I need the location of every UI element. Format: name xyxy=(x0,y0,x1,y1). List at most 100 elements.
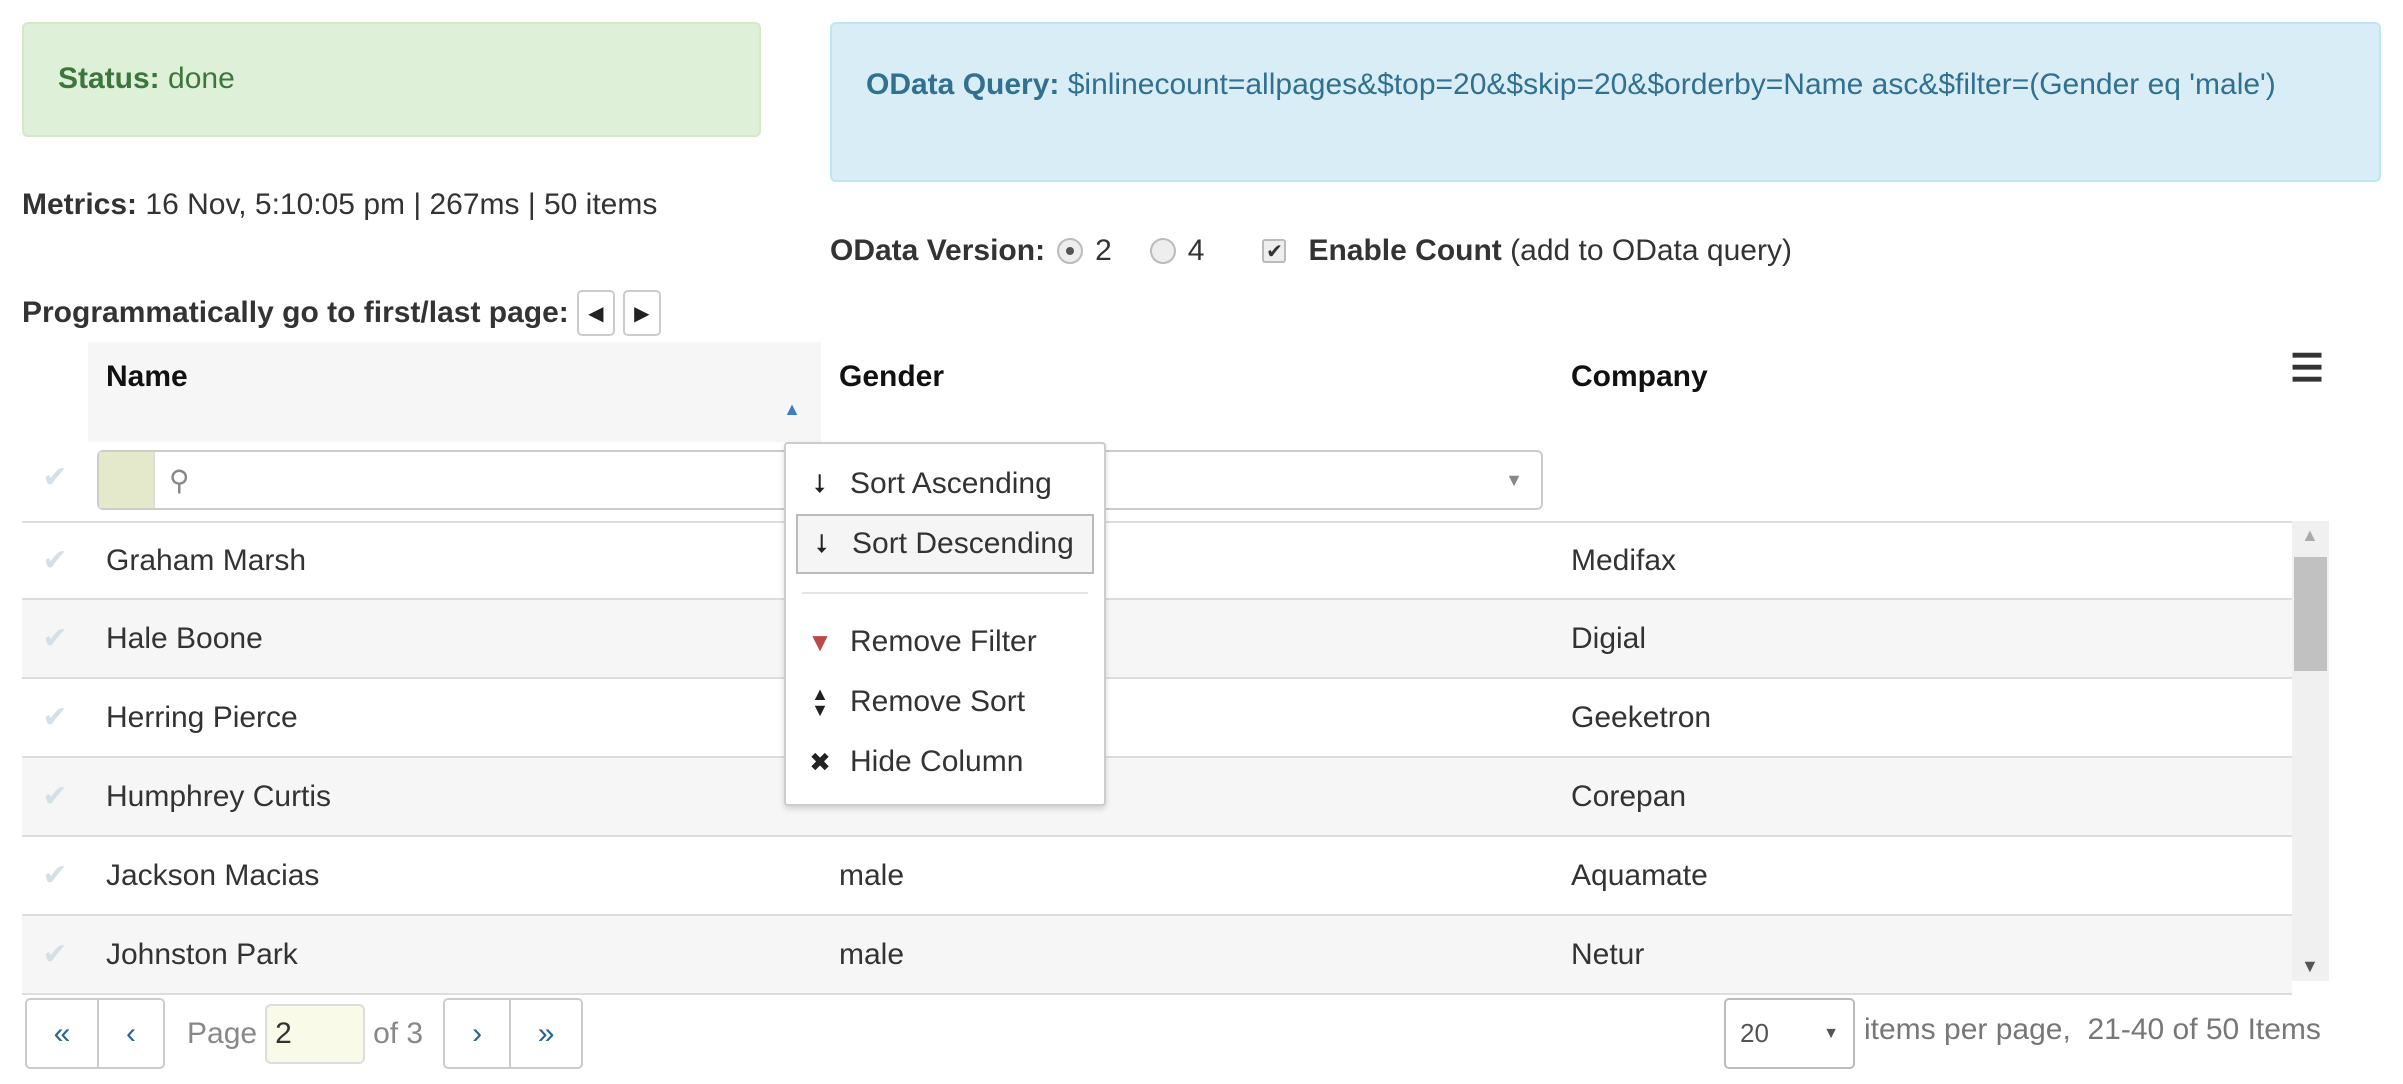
menu-label: Sort Ascending xyxy=(850,467,1052,500)
status-value: done xyxy=(168,62,235,95)
caret-right-icon: ▶ xyxy=(634,302,650,325)
prev-page-button[interactable]: ‹ xyxy=(99,998,165,1069)
row-select-check-icon[interactable]: ✔ xyxy=(22,937,88,972)
page-size-value: 20 xyxy=(1740,1018,1769,1048)
chevron-right-icon: › xyxy=(472,1016,483,1050)
caret-left-icon: ◀ xyxy=(588,302,604,325)
query-label: OData Query: xyxy=(866,68,1060,101)
menu-divider xyxy=(802,592,1088,594)
gender-filter-dropdown-icon[interactable]: ▼ xyxy=(1505,470,1523,491)
next-page-button[interactable]: › xyxy=(443,998,512,1069)
menu-remove-filter[interactable]: ▼ Remove Filter xyxy=(796,612,1094,672)
version-2-label: 2 xyxy=(1095,234,1112,267)
metrics: Metrics: 16 Nov, 5:10:05 pm | 267ms | 50… xyxy=(22,188,657,222)
row-select-check-icon[interactable]: ✔ xyxy=(22,858,88,893)
column-header-gender[interactable]: Gender xyxy=(839,342,944,442)
menu-label: Sort Descending xyxy=(852,527,1074,560)
row-select-check-icon[interactable]: ✔ xyxy=(22,621,88,656)
version-4-label: 4 xyxy=(1187,234,1205,267)
table-row[interactable]: ✔ Johnston Park male Netur xyxy=(22,916,2292,995)
sort-ascending-icon: ▲ xyxy=(783,399,801,419)
metrics-label: Metrics: xyxy=(22,188,138,221)
table-row[interactable]: ✔ Hale Boone Digial xyxy=(22,600,2292,679)
chevron-down-icon: ▼ xyxy=(1823,1024,1839,1042)
cell-name: Johnston Park xyxy=(106,937,298,971)
programmatic-label: Programmatically go to first/last page: xyxy=(22,296,569,329)
cell-company: Medifax xyxy=(1571,543,1677,577)
cell-name: Hale Boone xyxy=(106,621,263,655)
enable-count-label: Enable Count xyxy=(1308,234,1502,267)
page-total: of 3 xyxy=(373,1016,424,1050)
select-all-check-icon[interactable]: ✔ xyxy=(22,460,88,495)
cell-company: Geeketron xyxy=(1571,700,1712,734)
sort-descending-icon: ⭣ xyxy=(815,528,829,558)
column-header-company[interactable]: Company xyxy=(1571,342,1708,442)
enable-count-note: (add to OData query) xyxy=(1510,234,1792,267)
table-row[interactable]: ✔ Graham Marsh Medifax xyxy=(22,521,2292,600)
menu-sort-descending[interactable]: ⭣ Sort Descending xyxy=(796,514,1094,574)
version-4-radio[interactable] xyxy=(1149,238,1176,264)
first-page-pager-button[interactable]: « xyxy=(25,998,99,1069)
scroll-down-icon[interactable]: ▼ xyxy=(2301,956,2319,977)
status-label: Status: xyxy=(58,62,160,95)
cell-name: Humphrey Curtis xyxy=(106,779,332,813)
page-size-select[interactable]: 20 ▼ xyxy=(1724,998,1855,1069)
cell-company: Corepan xyxy=(1571,779,1687,813)
page-input[interactable]: 2 xyxy=(265,1003,366,1064)
cell-gender: male xyxy=(839,858,905,892)
filter-icon: ▼ xyxy=(807,626,833,657)
table-row[interactable]: ✔ Humphrey Curtis Corepan xyxy=(22,758,2292,837)
first-page-button[interactable]: ◀ xyxy=(576,290,615,336)
table-row[interactable]: ✔ Jackson Macias male Aquamate xyxy=(22,837,2292,916)
company-header-label: Company xyxy=(1571,360,1708,393)
menu-label: Remove Sort xyxy=(850,685,1026,718)
row-select-check-icon[interactable]: ✔ xyxy=(22,779,88,814)
gender-header-label: Gender xyxy=(839,360,945,393)
close-icon: ✖ xyxy=(809,746,831,777)
odata-version: OData Version: 2 4 ✔ Enable Count (add t… xyxy=(830,234,1792,268)
grid-menu-icon[interactable]: ☰ xyxy=(2290,346,2324,391)
cell-name: Herring Pierce xyxy=(106,700,298,734)
menu-sort-ascending[interactable]: ⭣ Sort Ascending xyxy=(796,454,1094,514)
filter-addon xyxy=(99,452,155,508)
sort-ascending-icon: ⭣ xyxy=(813,468,827,498)
version-label: OData Version: xyxy=(830,234,1046,267)
name-header-label: Name xyxy=(106,360,188,393)
version-2-radio[interactable] xyxy=(1057,238,1084,264)
cell-name: Graham Marsh xyxy=(106,543,307,577)
menu-label: Remove Filter xyxy=(850,625,1037,658)
grid-scrollbar[interactable]: ▲ ▼ xyxy=(2292,521,2329,981)
cell-company: Netur xyxy=(1571,937,1645,971)
metrics-value: 16 Nov, 5:10:05 pm | 267ms | 50 items xyxy=(145,188,658,221)
row-select-check-icon[interactable]: ✔ xyxy=(22,543,88,578)
sort-icon: ▲ ▼ xyxy=(811,684,829,720)
scroll-up-icon[interactable]: ▲ xyxy=(2301,525,2319,546)
scrollbar-thumb[interactable] xyxy=(2294,557,2327,671)
double-chevron-left-icon: « xyxy=(53,1016,71,1050)
menu-remove-sort[interactable]: ▲ ▼ Remove Sort xyxy=(796,672,1094,732)
enable-count-checkbox[interactable]: ✔ xyxy=(1262,239,1287,263)
page-info: items per page, 21-40 of 50 Items xyxy=(1864,1013,2321,1047)
cell-company: Digial xyxy=(1571,621,1647,655)
cell-company: Aquamate xyxy=(1571,858,1708,892)
cell-gender: male xyxy=(839,937,905,971)
menu-hide-column[interactable]: ✖ Hide Column xyxy=(796,732,1094,792)
query-value: $inlinecount=allpages&$top=20&$skip=20&$… xyxy=(1067,68,2276,101)
status-alert: Status: done xyxy=(22,22,761,137)
last-page-button[interactable]: ▶ xyxy=(622,290,661,336)
menu-label: Hide Column xyxy=(850,745,1024,778)
last-page-pager-button[interactable]: » xyxy=(511,998,584,1069)
item-range: 21-40 of 50 Items xyxy=(2087,1013,2321,1046)
cell-name: Jackson Macias xyxy=(106,858,320,892)
per-page-label: items per page, xyxy=(1864,1013,2071,1046)
double-chevron-right-icon: » xyxy=(537,1016,555,1050)
programmatic-paging: Programmatically go to first/last page: … xyxy=(22,290,661,336)
table-row[interactable]: ✔ Herring Pierce Geeketron xyxy=(22,679,2292,758)
search-icon: ⚲ xyxy=(169,464,190,496)
page-label: Page xyxy=(187,1016,258,1050)
column-menu: ⭣ Sort Ascending ⭣ Sort Descending ▼ Remove… xyxy=(784,442,1106,806)
chevron-left-icon: ‹ xyxy=(126,1016,136,1050)
pager: « ‹ Page 2 of 3 › » xyxy=(25,998,584,1069)
column-header-name[interactable]: Name ▲ xyxy=(88,342,821,442)
row-select-check-icon[interactable]: ✔ xyxy=(22,700,88,735)
